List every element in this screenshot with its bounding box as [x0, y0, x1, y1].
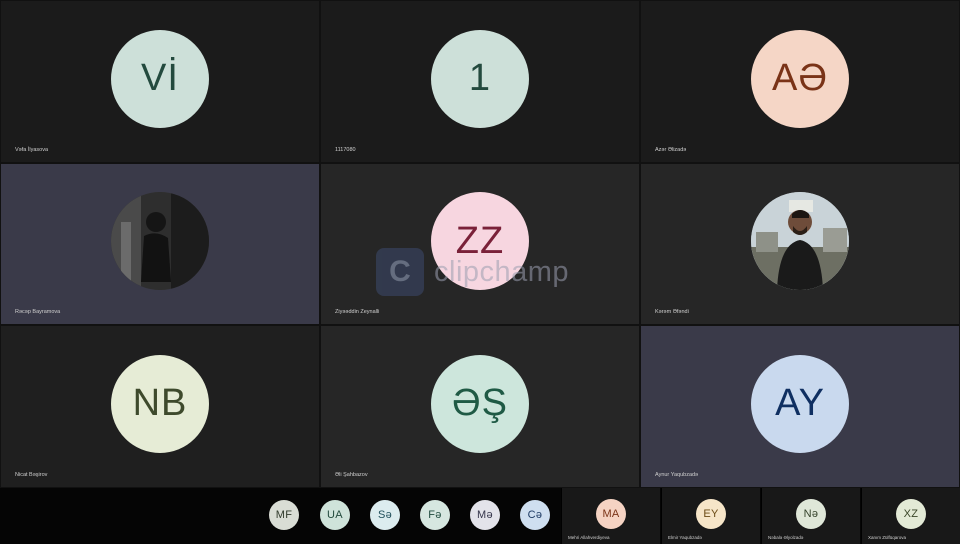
participant-name: Azər Əlizadə [655, 147, 687, 153]
participant-avatar: ƏŞ [431, 354, 529, 453]
participant-thumb[interactable]: MA Mehri Allahverdiyeva [561, 488, 660, 544]
mini-avatar[interactable]: MF [269, 500, 299, 530]
participant-tile[interactable]: AƏ Azər Əlizadə [640, 0, 960, 163]
participant-tile[interactable]: NB Nicat Bəşirov [0, 325, 320, 488]
person-photo-icon [111, 192, 209, 290]
participant-name: Elmir Yaqubzadə [668, 535, 702, 540]
participant-name: 1117080 [335, 147, 356, 153]
mini-avatar[interactable]: UA [320, 500, 350, 530]
participant-name: Nəbalə Əlyolzadə [768, 535, 804, 540]
video-grid: Vİ Vəfa İlyasova 1 1117080 AƏ Azər Əliza… [0, 0, 960, 488]
participant-name: Əli Şahbazov [335, 472, 368, 478]
participant-name: Rəcəp Bayramova [15, 309, 61, 315]
participant-avatar: AƏ [751, 29, 849, 128]
participant-avatar: NB [111, 354, 209, 453]
participant-name: Aynur Yaqubzadə [655, 472, 699, 478]
participant-name: Ziyəəddin Zeynalli [335, 309, 380, 315]
mini-avatar: Nə [796, 499, 826, 529]
participant-name: Vəfa İlyasova [15, 147, 49, 153]
person-photo-icon [751, 192, 849, 290]
participant-thumb[interactable]: Nə Nəbalə Əlyolzadə [761, 488, 860, 544]
participant-tile[interactable]: ƏŞ Əli Şahbazov [320, 325, 640, 488]
participant-avatar: AY [751, 354, 849, 453]
mini-avatar: XZ [896, 499, 926, 529]
participant-name: Mehri Allahverdiyeva [568, 535, 610, 540]
participant-name: Nicat Bəşirov [15, 472, 48, 478]
participant-thumb[interactable]: EY Elmir Yaqubzadə [661, 488, 760, 544]
participant-name: Xanım Zülfüqarova [868, 535, 907, 540]
participant-name: Kərəm Əfəndi [655, 309, 689, 315]
participant-tile[interactable]: Rəcəp Bayramova [0, 163, 320, 325]
participant-tile[interactable]: 1 1117080 [320, 0, 640, 163]
mini-avatar[interactable]: Fə [420, 500, 450, 530]
participant-avatar: ZZ [431, 192, 529, 290]
participant-tile[interactable]: Kərəm Əfəndi [640, 163, 960, 325]
mini-avatar[interactable]: Sə [370, 500, 400, 530]
participant-avatar: Vİ [111, 29, 209, 128]
participant-avatar: 1 [431, 29, 529, 128]
mini-avatar: EY [696, 499, 726, 529]
participant-tile[interactable]: ZZ Ziyəəddin Zeynalli [320, 163, 640, 325]
mini-avatar: MA [596, 499, 626, 529]
participant-tile[interactable]: AY Aynur Yaqubzadə [640, 325, 960, 488]
participant-thumb[interactable]: XZ Xanım Zülfüqarova [861, 488, 960, 544]
participant-tile[interactable]: Vİ Vəfa İlyasova [0, 0, 320, 163]
mini-avatar[interactable]: Cə [520, 500, 550, 530]
participants-strip: MF UA Sə Fə Mə Cə MA Mehri Allahverdiyev… [0, 488, 960, 544]
mini-avatar[interactable]: Mə [470, 500, 500, 530]
